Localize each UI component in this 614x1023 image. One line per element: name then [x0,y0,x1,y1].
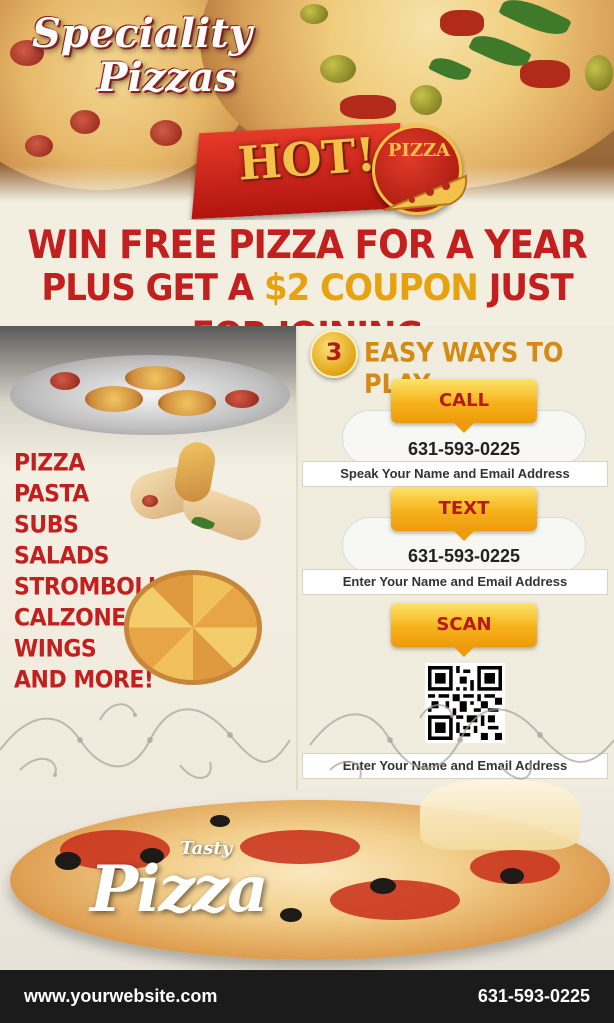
platter-pizza [125,366,185,390]
hero-banner: Speciality Pizzas HOT! PIZZA [0,0,614,220]
qr-code-icon[interactable] [425,663,505,743]
brand-line-1: Speciality [32,10,252,57]
olive-topping [300,4,328,24]
text-button[interactable]: TEXT [391,487,537,541]
footer-bar: www.yourwebsite.com 631-593-0225 [0,970,614,1023]
headline-line-2-prefix: PLUS GET A [41,266,264,310]
platter-food [50,372,80,390]
tomato-topping [520,60,570,88]
footer-phone[interactable]: 631-593-0225 [478,986,590,1007]
brand-title: Speciality Pizzas [22,12,262,100]
olive-topping [210,815,230,827]
pizza-badge-label: PIZZA [387,140,451,161]
scan-instruction: Enter Your Name and Email Address [302,753,608,779]
call-button[interactable]: CALL [391,379,537,433]
olive-topping [320,55,356,83]
tomato-topping [340,95,396,119]
menu-item: AND MORE! [14,666,154,695]
text-instruction: Enter Your Name and Email Address [302,569,608,595]
coupon-highlight: $2 COUPON [263,266,479,310]
pizza-word: Pizza [90,852,269,927]
olive-topping [500,868,524,884]
platter-pizza [158,390,216,416]
olive-topping [410,85,442,115]
ways-number: 3 [325,338,343,366]
olive-topping [585,55,613,91]
olive-topping [55,852,81,870]
sliced-pizza-image [124,570,262,685]
headline-line-1: WIN FREE PIZZA FOR A YEAR [27,223,587,268]
pepperoni-topping [70,110,100,134]
pizza-slice-icon [383,174,468,211]
hot-label: HOT! [236,127,378,191]
call-instruction: Speak Your Name and Email Address [302,461,608,487]
pepperoni-topping [150,120,182,146]
olive-topping [280,908,302,922]
cheese-pull [420,780,580,850]
scan-button[interactable]: SCAN [391,603,537,657]
website-link[interactable]: www.yourwebsite.com [24,986,217,1007]
wraps-image [122,439,272,560]
olive-topping [370,878,396,894]
pepperoni-topping [25,135,53,157]
brand-line-2: Pizzas [97,54,237,101]
call-phone-number[interactable]: 631-593-0225 [342,439,586,460]
platter-food [225,390,259,408]
platter-pizza [85,386,143,412]
text-phone-number[interactable]: 631-593-0225 [342,546,586,567]
tomato-topping [440,10,484,36]
